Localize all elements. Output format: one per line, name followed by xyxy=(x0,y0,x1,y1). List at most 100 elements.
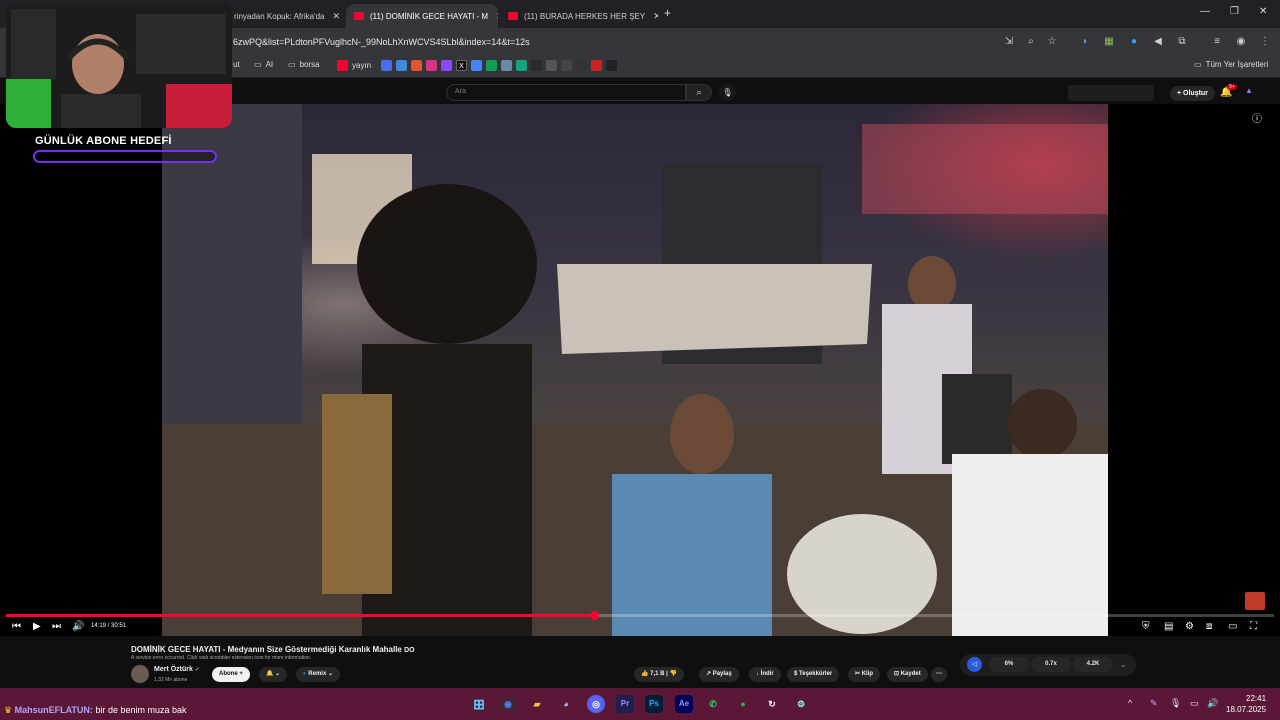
app-icon[interactable]: ↻ xyxy=(763,695,781,713)
all-bookmarks[interactable]: ▭ Tüm Yer İşaretleri xyxy=(1194,60,1268,69)
bookmark-yayin[interactable]: yayın xyxy=(337,60,371,71)
notification-bell-button[interactable]: 🔔 ⌄ xyxy=(259,667,288,682)
puzzle-icon[interactable]: ⧉ xyxy=(1175,35,1189,49)
info-icon[interactable]: ⓘ xyxy=(1252,110,1262,125)
bookmark-icon[interactable] xyxy=(561,60,572,71)
channel-watermark[interactable] xyxy=(1245,592,1265,610)
maximize-button[interactable]: ❐ xyxy=(1230,6,1239,17)
new-tab-button[interactable]: + xyxy=(664,6,671,20)
bookmark-icon[interactable] xyxy=(546,60,557,71)
chrome-icon[interactable]: ◉ xyxy=(499,695,517,713)
search-icon[interactable]: ⌕ xyxy=(686,84,712,101)
remix-button[interactable]: ◐ Remix ⌄ xyxy=(296,667,341,682)
menu-icon[interactable]: ⋮ xyxy=(1258,35,1272,49)
share-button[interactable]: ↗ Paylaş xyxy=(699,667,739,682)
chevron-up-icon[interactable]: ^ xyxy=(1128,698,1132,708)
network-icon[interactable]: ▭ xyxy=(1190,698,1199,709)
play-icon[interactable]: ▶ xyxy=(33,621,41,632)
more-button[interactable]: ⋯ xyxy=(931,667,947,682)
close-icon[interactable]: ✕ xyxy=(324,11,340,22)
windows-start-icon[interactable]: ⊞ xyxy=(470,695,488,713)
bookmark-item[interactable]: ut xyxy=(233,60,240,69)
stat-percent[interactable]: 6% xyxy=(989,657,1029,672)
volume-icon[interactable]: 🔊 xyxy=(1207,698,1218,709)
bookmark-folder-ai[interactable]: ▭ AI xyxy=(254,60,273,69)
spotify-icon[interactable]: ● xyxy=(734,695,752,713)
bookmark-icon[interactable] xyxy=(411,60,422,71)
profile-icon[interactable]: ◉ xyxy=(1234,35,1248,49)
zoom-icon[interactable]: ⌕ xyxy=(1024,35,1038,49)
media-icon[interactable]: ≡ xyxy=(1210,35,1224,49)
notification-badge: 9+ xyxy=(1227,84,1237,90)
docs-icon[interactable] xyxy=(471,60,482,71)
clip-button[interactable]: ✂ Klip xyxy=(848,667,881,682)
chevron-down-icon[interactable]: ⌄ xyxy=(1120,660,1127,669)
bookmark-icon[interactable] xyxy=(516,60,527,71)
steam-icon[interactable]: ◕ xyxy=(557,695,575,713)
extension-icon[interactable]: ◗ xyxy=(1078,35,1092,49)
twitch-icon[interactable] xyxy=(441,60,452,71)
avatar[interactable] xyxy=(131,665,149,683)
subscribe-button[interactable]: Abone + xyxy=(212,667,250,682)
pen-icon[interactable]: ✎ xyxy=(1150,698,1158,709)
whatsapp-icon[interactable]: ✆ xyxy=(704,695,722,713)
premiere-icon[interactable]: Pr xyxy=(616,695,634,713)
instagram-icon[interactable] xyxy=(426,60,437,71)
app-icon[interactable]: ⚙ xyxy=(792,695,810,713)
minimize-button[interactable]: — xyxy=(1200,6,1210,17)
bookmark-icon[interactable] xyxy=(381,60,392,71)
stat-speed[interactable]: 0.7x xyxy=(1031,657,1071,672)
folder-icon: ▭ xyxy=(288,60,296,69)
after-effects-icon[interactable]: Ae xyxy=(675,695,693,713)
sheets-icon[interactable] xyxy=(486,60,497,71)
close-window-button[interactable]: ✕ xyxy=(1259,6,1267,17)
url-field[interactable]: 6zwPQ&list=PLdtonPFVuglhcN-_99NoLhXnWCVS… xyxy=(233,37,530,47)
photoshop-icon[interactable]: Ps xyxy=(645,695,663,713)
discord-icon[interactable]: ◎ xyxy=(587,695,605,713)
progress-scrubber[interactable] xyxy=(590,611,599,620)
close-icon[interactable]: ✕ xyxy=(488,11,498,22)
terminal-icon[interactable] xyxy=(606,60,617,71)
volume-extension-icon[interactable]: ◀ xyxy=(1151,35,1165,49)
tab-dominik[interactable]: (11) DOMİNİK GECE HAYATI - M ✕ xyxy=(346,4,498,28)
speed-icon[interactable]: ◁ xyxy=(967,657,982,672)
install-icon[interactable]: ⇲ xyxy=(1002,35,1016,49)
theater-icon[interactable]: ▭ xyxy=(1228,621,1237,632)
bookmark-icon[interactable] xyxy=(396,60,407,71)
miniplayer-icon[interactable]: ⧈ xyxy=(1206,621,1212,632)
bookmark-icon[interactable] xyxy=(501,60,512,71)
bookmark-folder-borsa[interactable]: ▭ borsa xyxy=(288,60,320,69)
extension-icon[interactable]: ● xyxy=(1127,35,1141,49)
clock[interactable]: 22:41 18.07.2025 xyxy=(1226,693,1266,715)
subtitles-icon[interactable]: ▤ xyxy=(1164,621,1173,632)
download-button[interactable]: ↓ İndir xyxy=(749,667,781,682)
account-icon[interactable]: ▲ xyxy=(1245,86,1253,95)
close-icon[interactable]: ✕ xyxy=(645,11,658,22)
mic-icon[interactable]: 🎙 xyxy=(719,84,736,101)
stat-count[interactable]: 4.2K xyxy=(1073,657,1113,672)
tab-afrika[interactable]: rinyadan Kopuk: Afrika'da ✕ xyxy=(226,4,344,28)
next-icon[interactable]: ⏭ xyxy=(52,621,61,632)
like-button[interactable]: 👍 7,1 B | 👎 xyxy=(634,667,684,682)
channel-name[interactable]: Mert Öztürk ✓ xyxy=(154,666,200,673)
bookmark-icon[interactable] xyxy=(576,60,587,71)
create-button[interactable]: + Oluştur xyxy=(1170,86,1215,101)
extension-widget[interactable] xyxy=(1068,85,1154,101)
sponsorblock-icon[interactable]: ⛨ xyxy=(1142,621,1150,632)
tab-burada[interactable]: (11) BURADA HERKES HER ŞEY ✕ xyxy=(500,4,658,28)
extension-icon[interactable]: ▦ xyxy=(1102,35,1116,49)
save-button[interactable]: ⊡ Kaydet xyxy=(887,667,928,682)
star-icon[interactable]: ☆ xyxy=(1045,35,1059,49)
search-input[interactable]: Ara xyxy=(446,84,686,101)
bookmark-icon[interactable] xyxy=(591,60,602,71)
x-icon[interactable]: X xyxy=(456,60,467,71)
mic-icon[interactable]: 🎙 xyxy=(1170,698,1181,709)
bookmark-icon[interactable] xyxy=(531,60,542,71)
previous-icon[interactable]: ⏮ xyxy=(12,621,21,632)
thanks-button[interactable]: $ Teşekkürler xyxy=(787,667,840,682)
volume-icon[interactable]: 🔊 xyxy=(72,621,84,632)
file-explorer-icon[interactable]: ▰ xyxy=(528,695,546,713)
remix-icon: ◐ xyxy=(303,671,307,677)
fullscreen-icon[interactable]: ⛶ xyxy=(1250,621,1257,632)
settings-icon[interactable]: ⚙ xyxy=(1185,621,1194,632)
